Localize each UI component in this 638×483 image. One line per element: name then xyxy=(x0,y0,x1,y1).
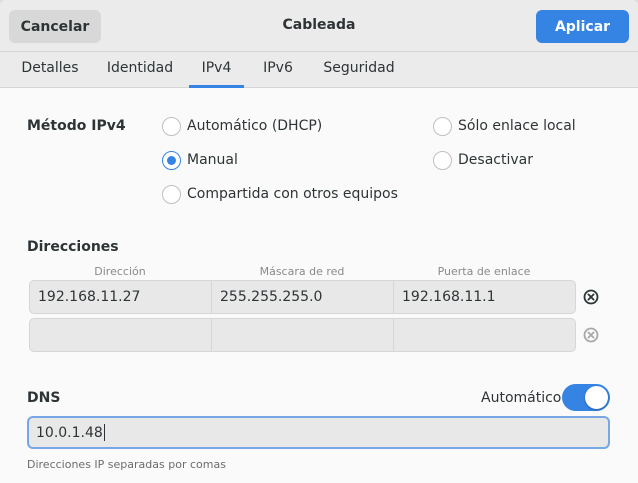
dns-hint: Direcciones IP separadas por comas xyxy=(27,458,226,471)
column-header-gateway: Puerta de enlace xyxy=(437,265,531,278)
remove-address-button-disabled[interactable] xyxy=(574,318,608,352)
tab-bar: Detalles Identidad IPv4 IPv6 Seguridad xyxy=(0,52,638,88)
column-header-address: Dirección xyxy=(94,265,146,278)
dns-input-value: 10.0.1.48 xyxy=(36,424,103,441)
radio-disable[interactable]: Desactivar xyxy=(433,149,533,171)
tab-detalles[interactable]: Detalles xyxy=(11,60,89,88)
ipv4-panel: Método IPv4 Automático (DHCP) Sólo enlac… xyxy=(0,89,638,483)
address-field[interactable]: 192.168.11.27 xyxy=(29,280,212,314)
gateway-field[interactable]: 192.168.11.1 xyxy=(393,280,576,314)
method-label: Método IPv4 xyxy=(27,118,126,134)
radio-label: Automático (DHCP) xyxy=(187,118,323,134)
radio-manual[interactable]: Manual xyxy=(162,149,238,171)
close-circle-icon xyxy=(583,327,599,343)
radio-label: Compartida con otros equipos xyxy=(187,186,398,202)
apply-button[interactable]: Aplicar xyxy=(536,10,629,43)
dns-label: DNS xyxy=(27,390,61,406)
dns-input[interactable]: 10.0.1.48 xyxy=(27,416,610,449)
remove-address-button[interactable] xyxy=(574,280,608,314)
close-circle-icon xyxy=(583,289,599,305)
radio-button[interactable] xyxy=(433,150,452,170)
radio-link-local[interactable]: Sólo enlace local xyxy=(433,115,576,137)
netmask-field[interactable] xyxy=(211,318,394,352)
tab-seguridad[interactable]: Seguridad xyxy=(317,60,401,88)
netmask-field[interactable]: 255.255.255.0 xyxy=(211,280,394,314)
radio-button-checked[interactable] xyxy=(162,150,181,170)
tab-label: Identidad xyxy=(106,60,174,76)
header-bar: Cancelar Cableada Aplicar xyxy=(0,0,638,52)
radio-label: Desactivar xyxy=(458,152,533,168)
tab-label: Seguridad xyxy=(323,60,395,76)
column-header-netmask: Máscara de red xyxy=(259,265,345,278)
gateway-field[interactable] xyxy=(393,318,576,352)
radio-automatic-dhcp[interactable]: Automático (DHCP) xyxy=(162,115,322,137)
radio-button[interactable] xyxy=(162,184,181,204)
dns-auto-switch[interactable] xyxy=(562,384,610,411)
radio-label: Manual xyxy=(187,152,238,168)
addresses-label: Direcciones xyxy=(27,239,119,255)
switch-knob xyxy=(585,386,608,409)
radio-button[interactable] xyxy=(162,116,181,136)
connection-dialog: Cancelar Cableada Aplicar Detalles Ident… xyxy=(0,0,638,483)
address-field[interactable] xyxy=(29,318,212,352)
radio-label: Sólo enlace local xyxy=(458,118,576,134)
tab-label: IPv4 xyxy=(201,60,232,76)
text-caret xyxy=(103,424,105,441)
cancel-button[interactable]: Cancelar xyxy=(9,10,101,43)
tab-label: IPv6 xyxy=(263,60,293,76)
tab-ipv4[interactable]: IPv4 xyxy=(189,60,244,88)
tab-label: Detalles xyxy=(21,60,79,76)
dns-auto-label: Automático xyxy=(481,390,562,406)
radio-shared[interactable]: Compartida con otros equipos xyxy=(162,183,398,205)
tab-identidad[interactable]: Identidad xyxy=(102,60,178,88)
radio-button[interactable] xyxy=(433,116,452,136)
tab-ipv6[interactable]: IPv6 xyxy=(255,60,301,88)
